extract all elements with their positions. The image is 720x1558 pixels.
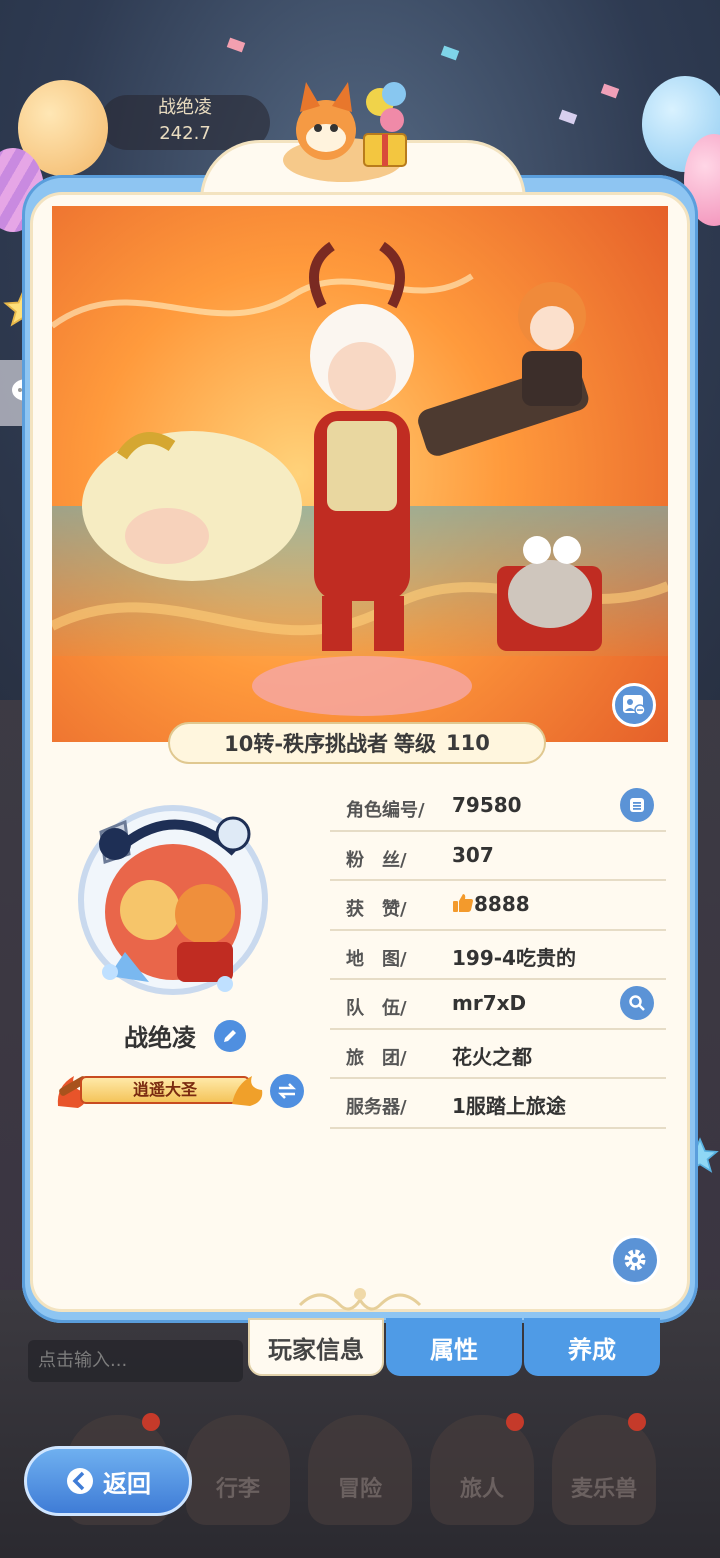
info-value: 79580 <box>452 793 522 817</box>
nav-luggage[interactable]: 行李 <box>186 1415 290 1525</box>
player-info-list: 角色编号/ 79580 粉 丝/ 307 获 赞/ 8888 地 图/ 199-… <box>330 782 666 1129</box>
nav-adventure[interactable]: 冒险 <box>308 1415 412 1525</box>
info-row-team: 队 伍/ mr7xD <box>330 980 666 1030</box>
info-key: 地 图/ <box>346 948 407 970</box>
swap-title-button[interactable] <box>270 1074 304 1108</box>
title-badge: 逍遥大圣 <box>52 1068 263 1112</box>
class-level-banner: 10转-秩序挑战者 等级 110 <box>168 722 546 764</box>
player-name: 战绝凌 <box>124 1024 196 1052</box>
notification-badge <box>628 1413 646 1431</box>
flame-icon <box>232 1076 263 1106</box>
copy-icon <box>630 798 644 812</box>
copy-id-button[interactable] <box>620 788 654 822</box>
swap-arrows-icon <box>277 1083 297 1099</box>
tab-player-info[interactable]: 玩家信息 <box>248 1318 384 1376</box>
chat-input[interactable]: 点击输入... <box>28 1340 243 1382</box>
nav-travelers[interactable]: 旅人 <box>430 1413 534 1525</box>
info-key: 获 赞/ <box>346 899 407 920</box>
gear-icon <box>624 1249 646 1271</box>
info-value: 花火之都 <box>452 1044 532 1069</box>
back-label: 返回 <box>103 1469 151 1498</box>
info-value: 199-4吃贵的 <box>452 945 576 970</box>
search-team-button[interactable] <box>620 986 654 1020</box>
player-emblem-avatar[interactable] <box>65 792 280 1002</box>
notification-badge <box>142 1413 160 1431</box>
info-row-fans: 粉 丝/ 307 <box>330 832 666 881</box>
info-key: 旅 团/ <box>346 1047 407 1069</box>
info-key: 服务器/ <box>346 1097 407 1118</box>
thumbs-up-icon <box>453 894 473 912</box>
nav-merle-beasts[interactable]: 麦乐兽 <box>552 1413 656 1525</box>
info-value: mr7xD <box>452 991 527 1015</box>
info-row-map: 地 图/ 199-4吃贵的 <box>330 931 666 980</box>
level-label: 等级 <box>394 732 437 756</box>
tab-attributes[interactable]: 属性 <box>386 1318 522 1376</box>
info-key: 队 伍/ <box>346 998 407 1019</box>
info-row-role-id: 角色编号/ 79580 <box>330 782 666 832</box>
class-title: 10转-秩序挑战者 <box>224 732 389 756</box>
change-portrait-button[interactable] <box>612 683 656 727</box>
pencil-icon <box>224 1030 236 1042</box>
search-icon <box>629 995 645 1011</box>
back-button[interactable]: 返回 <box>24 1446 192 1516</box>
edit-name-button[interactable] <box>214 1020 246 1052</box>
info-value: 8888 <box>474 892 530 916</box>
info-row-likes: 获 赞/ 8888 <box>330 881 666 931</box>
info-key: 粉 丝/ <box>346 849 407 871</box>
card-bottom-ornament <box>298 1288 422 1311</box>
tab-cultivation[interactable]: 养成 <box>524 1318 660 1376</box>
portrait-card-icon <box>623 695 646 716</box>
info-row-server: 服务器/ 1服踏上旅途 <box>330 1079 666 1129</box>
mascot-cake-emblem <box>283 82 407 182</box>
title-badge-label: 逍遥大圣 <box>80 1076 250 1104</box>
level-value: 110 <box>446 731 490 755</box>
settings-button[interactable] <box>610 1235 660 1285</box>
character-showcase-image <box>52 206 668 742</box>
info-value: 1服踏上旅途 <box>452 1094 566 1118</box>
info-value: 307 <box>452 842 494 867</box>
info-key: 角色编号/ <box>346 800 425 821</box>
back-arrow-icon <box>67 1468 93 1494</box>
notification-badge <box>506 1413 524 1431</box>
info-row-guild: 旅 团/ 花火之都 <box>330 1030 666 1079</box>
